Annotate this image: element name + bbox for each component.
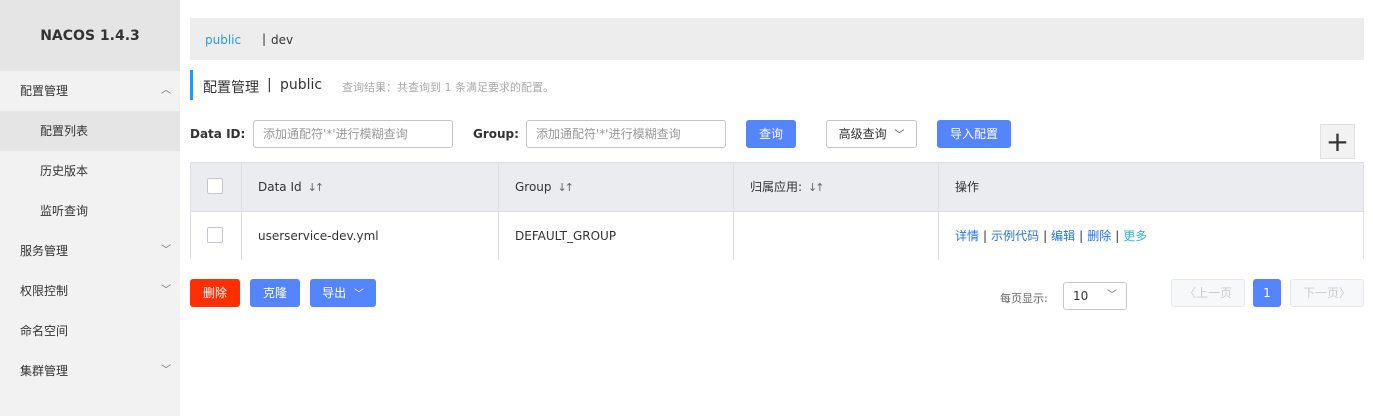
table-header: Data Id ↓↑ Group ↓↑ 归属应用: ↓↑ 操作 <box>191 163 1363 211</box>
chevron-down-icon: ﹀ <box>161 245 171 256</box>
sample-code-link[interactable]: 示例代码 <box>991 229 1039 243</box>
group-input[interactable]: 添加通配符'*'进行模糊查询 <box>526 120 726 148</box>
chevron-right-icon: 〉 <box>1339 286 1352 300</box>
header-group[interactable]: Group ↓↑ <box>499 163 734 211</box>
sort-icon[interactable]: ↓↑ <box>558 181 575 194</box>
namespace-separator: | <box>262 32 267 46</box>
row-checkbox[interactable] <box>207 227 223 243</box>
column-header-label: Data Id <box>258 180 302 194</box>
chevron-left-icon: 〈 <box>1183 286 1196 300</box>
header-app[interactable]: 归属应用: ↓↑ <box>734 163 939 211</box>
column-header-label: Group <box>515 180 552 194</box>
op-separator: | <box>1079 229 1084 243</box>
sidebar-item-config-management[interactable]: 配置管理 ︿ <box>0 71 180 111</box>
import-config-button[interactable]: 导入配置 <box>937 120 1011 148</box>
cell-group: DEFAULT_GROUP <box>499 212 734 260</box>
add-config-button[interactable]: + <box>1320 124 1355 159</box>
advanced-query-label: 高级查询 <box>838 127 887 141</box>
main-content: public | dev 配置管理 | public 查询结果：共查询到 1 条… <box>180 0 1373 416</box>
page-title-namespace: public <box>280 77 323 93</box>
namespace-dev-link[interactable]: dev <box>271 33 293 47</box>
sidebar-item-label: 权限控制 <box>20 284 69 298</box>
chevron-up-icon: ︿ <box>161 85 171 96</box>
header-operations: 操作 <box>939 163 1363 211</box>
detail-link[interactable]: 详情 <box>955 229 979 243</box>
sidebar-item-label: 历史版本 <box>40 164 89 178</box>
page-size-label: 每页显示: <box>1000 292 1048 305</box>
config-table: Data Id ↓↑ Group ↓↑ 归属应用: ↓↑ 操作 userservice… <box>190 162 1364 260</box>
column-header-label: 操作 <box>955 180 980 194</box>
sidebar-item-cluster-management[interactable]: 集群管理 ﹀ <box>0 351 180 391</box>
group-label: Group: <box>473 127 519 141</box>
page-number-current[interactable]: 1 <box>1253 279 1281 307</box>
op-separator: | <box>1115 229 1120 243</box>
prev-page-button[interactable]: 〈上一页 <box>1171 279 1245 307</box>
sidebar-item-label: 命名空间 <box>20 324 69 338</box>
chevron-down-icon: ﹀ <box>1107 290 1117 301</box>
more-link[interactable]: 更多 <box>1123 229 1147 243</box>
op-separator: | <box>983 229 988 243</box>
sidebar-item-namespace[interactable]: 命名空间 <box>0 311 180 351</box>
table-row: userservice-dev.yml DEFAULT_GROUP 详情 | 示例代… <box>191 211 1363 260</box>
column-header-label: 归属应用: <box>750 180 803 194</box>
dataid-label: Data ID: <box>190 127 246 141</box>
next-page-button[interactable]: 下一页〉 <box>1290 279 1364 307</box>
chevron-down-icon: ﹀ <box>161 365 171 376</box>
delete-link[interactable]: 删除 <box>1087 229 1111 243</box>
header-select-cell <box>191 163 242 211</box>
sidebar: NACOS 1.4.3 配置管理 ︿ 配置列表 历史版本 监听查询 服务管理 ﹀… <box>0 0 180 416</box>
query-button[interactable]: 查询 <box>746 120 796 148</box>
chevron-down-icon: ﹀ <box>353 289 364 300</box>
cell-app <box>734 212 939 260</box>
sidebar-item-service-management[interactable]: 服务管理 ﹀ <box>0 231 180 271</box>
query-result-text: 查询结果：共查询到 1 条满足要求的配置。 <box>342 81 554 94</box>
edit-link[interactable]: 编辑 <box>1051 229 1075 243</box>
chevron-down-icon: ﹀ <box>894 130 905 141</box>
advanced-query-button[interactable]: 高级查询 ﹀ <box>826 120 917 148</box>
dataid-input[interactable]: 添加通配符'*'进行模糊查询 <box>253 120 453 148</box>
sort-icon[interactable]: ↓↑ <box>808 181 825 194</box>
sidebar-item-label: 集群管理 <box>20 364 69 378</box>
app-title: NACOS 1.4.3 <box>0 0 180 71</box>
export-button[interactable]: 导出 ﹀ <box>310 279 376 307</box>
export-label: 导出 <box>322 286 347 300</box>
sidebar-item-history[interactable]: 历史版本 <box>0 151 180 191</box>
sidebar-item-permission-control[interactable]: 权限控制 ﹀ <box>0 271 180 311</box>
page-title-text: 配置管理 <box>203 80 259 96</box>
clone-button[interactable]: 克隆 <box>250 279 300 307</box>
page-size-value: 10 <box>1073 289 1089 303</box>
sidebar-item-label: 服务管理 <box>20 244 69 258</box>
batch-delete-button[interactable]: 删除 <box>190 279 240 307</box>
prev-page-label: 上一页 <box>1196 286 1233 300</box>
page-title-separator: | <box>267 77 272 93</box>
namespace-public-link[interactable]: public <box>205 33 241 47</box>
sort-icon[interactable]: ↓↑ <box>308 181 325 194</box>
op-separator: | <box>1043 229 1048 243</box>
header-data-id[interactable]: Data Id ↓↑ <box>242 163 499 211</box>
sidebar-item-listener-query[interactable]: 监听查询 <box>0 191 180 231</box>
cell-data-id: userservice-dev.yml <box>242 212 499 260</box>
sidebar-item-config-list[interactable]: 配置列表 <box>0 111 180 151</box>
sidebar-item-label: 配置管理 <box>20 84 69 98</box>
sidebar-item-label: 监听查询 <box>40 204 89 218</box>
namespace-bar: public | dev <box>190 18 1364 60</box>
cell-operations: 详情 | 示例代码 | 编辑 | 删除 | 更多 <box>939 212 1363 260</box>
next-page-label: 下一页 <box>1302 286 1339 300</box>
chevron-down-icon: ﹀ <box>161 285 171 296</box>
page-title: 配置管理 | public 查询结果：共查询到 1 条满足要求的配置。 <box>190 70 554 100</box>
page-size-select[interactable]: 10 ﹀ <box>1063 282 1127 310</box>
select-all-checkbox[interactable] <box>207 178 223 194</box>
row-select-cell <box>191 212 242 260</box>
sidebar-item-label: 配置列表 <box>40 124 89 138</box>
